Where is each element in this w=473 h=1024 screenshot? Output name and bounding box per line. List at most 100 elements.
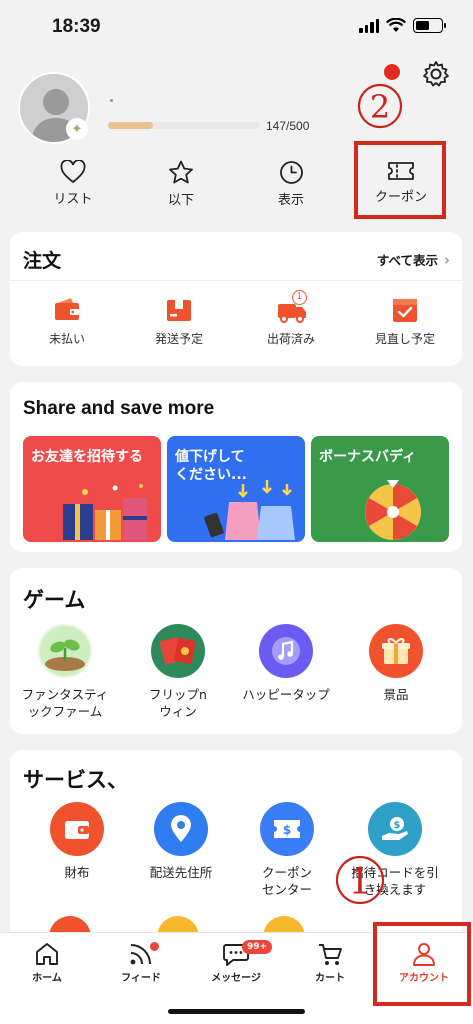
username-placeholder [110,99,113,102]
game-flip-n-win[interactable]: フリップn ウィン [123,624,233,720]
level-progress-bar [108,122,260,129]
status-bar: 18:39 [0,0,473,56]
service-label: 配送先住所 [149,865,213,880]
sprout-icon [45,639,85,671]
gift-boxes-illustration [63,484,147,540]
game-fantastic-farm[interactable]: ファンタスティ ックファーム [10,624,120,720]
view-all-label: すべて表示 [376,253,438,268]
location-icon [171,815,191,842]
hand-coin-icon: $ [382,817,408,840]
status-time: 18:39 [52,16,101,37]
annotation-marker-2: 2 [354,82,406,137]
game-label: ハッピータップ [231,686,341,703]
status-icons [359,18,446,33]
music-icon [272,637,300,665]
cards-icon [159,637,196,665]
service-label: クーポン センター [232,864,342,898]
game-happy-tap[interactable]: ハッピータップ [231,624,341,703]
tab-label: カート [315,973,345,984]
tab-home[interactable]: ホーム [0,941,94,984]
order-label: 発送予定 [154,332,203,346]
game-label-line2: ックファーム [27,704,103,719]
cart-icon [319,944,342,965]
review-icon [393,299,417,322]
share-title: Share and save more [23,398,215,419]
feed-notification-dot [150,942,159,951]
order-label: 見直し予定 [374,332,435,346]
notification-dot [384,64,400,80]
clock-icon [279,161,303,184]
tab-feed[interactable]: フィード [94,941,188,984]
quick-action-label: リスト [53,192,93,207]
share-card: Share and save more お友達を招待する 値下げして ください.… [10,382,462,552]
chevron-right-icon: › [444,250,450,269]
order-label: 出荷済み [266,332,315,346]
view-all-link[interactable]: すべて表示 › [377,250,450,269]
quick-action-history[interactable]: 表示 [251,160,331,208]
wifi-icon [386,18,406,32]
promo-price-drop[interactable]: 値下げして ください... [167,436,305,542]
home-icon [36,943,58,965]
order-to-ship[interactable]: 発送予定 [134,296,224,347]
shopping-illustration [204,480,295,540]
services-title: サービス、 [23,768,128,792]
tab-label: フィード [121,973,161,984]
games-title: ゲーム [23,588,86,612]
service-label-line2: センター [261,882,312,897]
prize-wheel-illustration [365,480,421,540]
orders-card: 注文 すべて表示 › 未払い 発送予定 1 出荷済み 見直し予定 [10,232,462,366]
level-progress-fill [108,122,153,129]
game-label-line1: 景品 [383,687,409,702]
messages-count-badge: 99+ [242,940,273,954]
level-progress-text: 147/500 [266,119,310,133]
games-card: ゲーム ファンタスティ ックファーム フリップn ウィン ハッピータップ 景品 [10,568,462,734]
battery-icon [413,18,446,33]
home-indicator [168,1009,305,1014]
game-prizes[interactable]: 景品 [341,624,451,703]
game-label: フリップn ウィン [123,686,233,720]
service-label-line1: クーポン [261,865,312,880]
settings-gear-icon[interactable] [422,60,450,88]
wallet-icon [55,298,79,320]
annotation-box-coupon [354,141,446,219]
annotation-marker-1: 1 [334,852,386,915]
star-icon [169,160,193,184]
order-label: 未払い [48,332,85,346]
coupon-center-icon: $ [274,820,300,838]
package-icon [167,300,191,321]
game-label: ファンタスティ ックファーム [10,686,120,720]
divider [10,280,462,281]
quick-action-label: 表示 [277,193,304,208]
tab-label: ホーム [32,973,62,984]
order-to-review[interactable]: 見直し予定 [360,296,450,347]
svg-text:$: $ [283,823,291,837]
game-label-line1: ハッピータップ [242,687,330,702]
service-coupon-center[interactable]: $ クーポン センター [232,802,342,898]
signal-icon [359,18,379,33]
shipped-count-badge: 1 [292,290,307,305]
promo-bonus-buddy[interactable]: ボーナスバディ [311,436,449,542]
game-label: 景品 [341,686,451,703]
game-label-line1: フリップn [149,687,207,702]
promo-invite-friends[interactable]: お友達を招待する [23,436,161,542]
order-unpaid[interactable]: 未払い [22,296,112,347]
quick-action-label: 以下 [167,193,194,208]
service-wallet[interactable]: 財布 [22,802,132,881]
svg-text:$: $ [394,820,401,831]
avatar-badge-icon: ✦ [66,118,88,140]
annotation-number-2: 2 [370,88,390,126]
tab-cart[interactable]: カート [283,941,377,984]
annotation-number-1: 1 [349,862,372,903]
annotation-box-account [373,922,471,1006]
heart-icon [60,160,86,184]
service-label: 財布 [64,865,90,880]
game-label-line1: ファンタスティ [21,687,109,702]
quick-action-list[interactable]: リスト [33,160,113,207]
quick-action-following[interactable]: 以下 [141,160,221,208]
gift-icon [382,638,410,664]
service-shipping-address[interactable]: 配送先住所 [126,802,236,881]
game-label-line2: ウィン [159,704,197,719]
order-shipped[interactable]: 1 出荷済み [246,290,336,347]
orders-title: 注文 [23,250,62,272]
wallet-icon [65,821,89,839]
